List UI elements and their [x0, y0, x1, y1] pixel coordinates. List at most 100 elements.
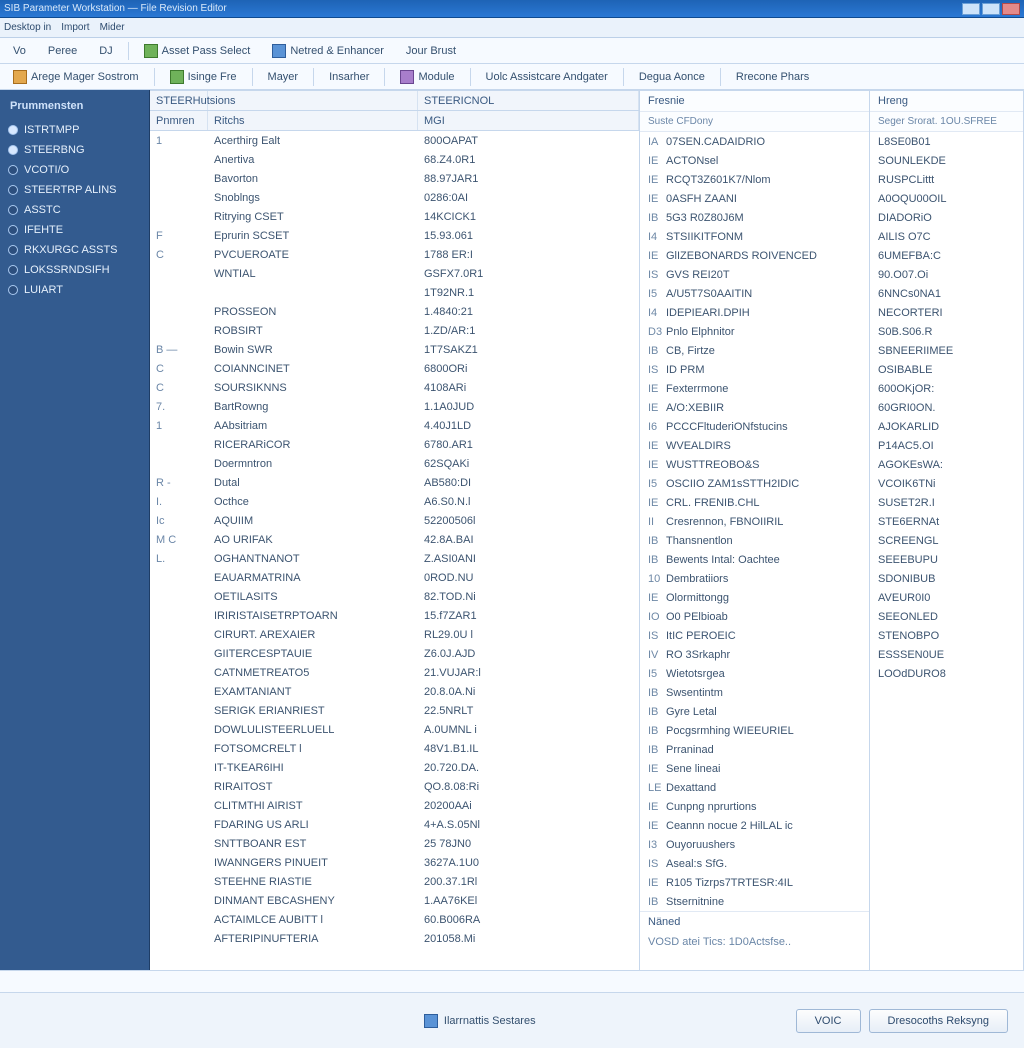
table-row[interactable]: SERIGK ERIANRIEST22.5NRLT: [150, 701, 639, 720]
detail-row[interactable]: IBPocgsrmhing WIEEURIEL: [640, 721, 869, 740]
sidebar-item[interactable]: LUIART: [0, 280, 149, 300]
aux-row[interactable]: SCREENGL: [870, 531, 1023, 550]
col-head-name[interactable]: [208, 91, 418, 110]
detail-row[interactable]: IEGlIZEBONARDS ROIVENCED: [640, 246, 869, 265]
table-row[interactable]: ROBSIRT1.ZD/AR:1: [150, 321, 639, 340]
table-row[interactable]: RICERARiCOR6780.AR1: [150, 435, 639, 454]
cancel-button[interactable]: Dresocoths Reksyng: [869, 1009, 1009, 1033]
detail-row[interactable]: IBGyre Letal: [640, 702, 869, 721]
aux-row[interactable]: A0OQU00OIL: [870, 189, 1023, 208]
table-row[interactable]: 1AAbsitriam4.40J1LD: [150, 416, 639, 435]
table-row[interactable]: FEprurin SCSET15.93.061: [150, 226, 639, 245]
menu-item[interactable]: Mider: [100, 22, 125, 33]
tool-mayer[interactable]: Mayer: [261, 68, 306, 86]
detail-row[interactable]: IEACTONsel: [640, 151, 869, 170]
table-row[interactable]: FDARING US ARLI4+A.S.05Nl: [150, 815, 639, 834]
detail-row[interactable]: IERCQT3Z601K7/Nlom: [640, 170, 869, 189]
aux-row[interactable]: L8SE0B01: [870, 132, 1023, 151]
detail-row[interactable]: 10Dembratiiors: [640, 569, 869, 588]
aux-row[interactable]: ESSSEN0UE: [870, 645, 1023, 664]
table-row[interactable]: STEEHNE RIASTIE200.37.1Rl: [150, 872, 639, 891]
detail-row[interactable]: D3Pnlo Elphnitor: [640, 322, 869, 341]
detail-row[interactable]: IECeannn nocue 2 HilLAL ic: [640, 816, 869, 835]
table-row[interactable]: AFTERIPINUFTERIA201058.Mi: [150, 929, 639, 948]
detail-row[interactable]: LEDexattand: [640, 778, 869, 797]
ok-button[interactable]: VOIC: [796, 1009, 861, 1033]
detail-row[interactable]: IVRO 3Srkaphr: [640, 645, 869, 664]
detail-row[interactable]: ISGVS REI20T: [640, 265, 869, 284]
detail-row[interactable]: ISAseal:s SfG.: [640, 854, 869, 873]
sidebar-item[interactable]: LOKSSRNDSIFH: [0, 260, 149, 280]
tool-b[interactable]: Peree: [41, 42, 84, 60]
aux-row[interactable]: SBNEERIIMEE: [870, 341, 1023, 360]
aux-row[interactable]: STE6ERNAt: [870, 512, 1023, 531]
aux-row[interactable]: 6NNCs0NA1: [870, 284, 1023, 303]
sidebar-item[interactable]: STEERTRP ALINS: [0, 180, 149, 200]
tool-module[interactable]: Module: [393, 67, 461, 87]
aux-row[interactable]: NECORTERI: [870, 303, 1023, 322]
table-row[interactable]: R -DutalAB580:DI: [150, 473, 639, 492]
detail-row[interactable]: IECRL. FRENIB.CHL: [640, 493, 869, 512]
tool-jour[interactable]: Jour Brust: [399, 42, 463, 60]
tool-c[interactable]: DJ: [92, 42, 119, 60]
aux-row[interactable]: S0B.S06.R: [870, 322, 1023, 341]
detail-row[interactable]: ISItIC PEROEIC: [640, 626, 869, 645]
table-row[interactable]: ACTAIMLCE AUBITT l60.B006RA: [150, 910, 639, 929]
menu-item[interactable]: Desktop in: [4, 22, 51, 33]
table-row[interactable]: CCOIANNCINET6800ORi: [150, 359, 639, 378]
detail-row[interactable]: IBSwsentintm: [640, 683, 869, 702]
aux-row[interactable]: DIADORiO: [870, 208, 1023, 227]
table-row[interactable]: OETILASITS82.TOD.Ni: [150, 587, 639, 606]
table-row[interactable]: M CAO URIFAK42.8A.BAI: [150, 530, 639, 549]
tool-assist[interactable]: Uolc Assistcare Andgater: [479, 68, 615, 86]
table-row[interactable]: CATNMETREATO521.VUJAR:l: [150, 663, 639, 682]
table-row[interactable]: SNTTBOANR EST25 78JN0: [150, 834, 639, 853]
table-row[interactable]: DOWLULISTEERLUELLA.0UMNL i: [150, 720, 639, 739]
aux-row[interactable]: AVEUR0I0: [870, 588, 1023, 607]
detail-row[interactable]: IICresrennon, FBNOIIRIL: [640, 512, 869, 531]
aux-row[interactable]: SDONIBUB: [870, 569, 1023, 588]
detail-row[interactable]: IBStsernitnine: [640, 892, 869, 911]
detail-row[interactable]: ISID PRM: [640, 360, 869, 379]
aux-row[interactable]: 90.O07.Oi: [870, 265, 1023, 284]
detail-row[interactable]: IBCB, Firtze: [640, 341, 869, 360]
table-row[interactable]: 1T92NR.1: [150, 283, 639, 302]
menu-item[interactable]: Import: [61, 22, 89, 33]
tool-mager[interactable]: Arege Mager Sostrom: [6, 67, 146, 87]
table-row[interactable]: GIITERCESPTAUIEZ6.0J.AJD: [150, 644, 639, 663]
table-row[interactable]: Bavorton88.97JAR1: [150, 169, 639, 188]
detail-row[interactable]: IEWVEALDIRS: [640, 436, 869, 455]
detail-row[interactable]: IBPrraninad: [640, 740, 869, 759]
tool-degua[interactable]: Degua Aonce: [632, 68, 712, 86]
tool-insarher[interactable]: Insarher: [322, 68, 376, 86]
detail-row[interactable]: IER105 Tizrps7TRTESR:4IL: [640, 873, 869, 892]
detail-row[interactable]: I3Ouyoruushers: [640, 835, 869, 854]
detail-row[interactable]: I4IDEPIEARI.DPIH: [640, 303, 869, 322]
table-row[interactable]: L.OGHANTNANOTZ.ASI0ANI: [150, 549, 639, 568]
detail-row[interactable]: IB5G3 R0Z80J6M: [640, 208, 869, 227]
table-row[interactable]: 1Acerthirg Ealt800OAPAT: [150, 131, 639, 150]
tool-recone[interactable]: Rrecone Phars: [729, 68, 816, 86]
table-row[interactable]: Anertiva68.Z4.0R1: [150, 150, 639, 169]
aux-row[interactable]: SUSET2R.I: [870, 493, 1023, 512]
detail-row[interactable]: IECunpng nprurtions: [640, 797, 869, 816]
detail-row[interactable]: I4STSIIKITFONM: [640, 227, 869, 246]
table-row[interactable]: EAUARMATRINA0ROD.NU: [150, 568, 639, 587]
table-row[interactable]: FOTSOMCRELT l48V1.B1.IL: [150, 739, 639, 758]
detail-row[interactable]: IE0ASFH ZAANI: [640, 189, 869, 208]
aux-row[interactable]: LOOdDURO8: [870, 664, 1023, 683]
table-row[interactable]: I.OcthceA6.S0.N.l: [150, 492, 639, 511]
aux-row[interactable]: RUSPCLittt: [870, 170, 1023, 189]
table-row[interactable]: CLITMTHI AIRIST20200AAi: [150, 796, 639, 815]
detail-row[interactable]: I5A/U5T7S0AAITIN: [640, 284, 869, 303]
aux-row[interactable]: OSIBABLE: [870, 360, 1023, 379]
detail-row[interactable]: IEFexterrmone: [640, 379, 869, 398]
aux-row[interactable]: STENOBPO: [870, 626, 1023, 645]
table-row[interactable]: RIRAITOSTQO.8.08:Ri: [150, 777, 639, 796]
detail-row[interactable]: IOO0 PElbioab: [640, 607, 869, 626]
detail-row[interactable]: I5Wietotsrgea: [640, 664, 869, 683]
table-row[interactable]: EXAMTANIANT20.8.0A.Ni: [150, 682, 639, 701]
aux-row[interactable]: 6UMEFBA:C: [870, 246, 1023, 265]
table-row[interactable]: CIRURT. AREXAIERRL29.0U l: [150, 625, 639, 644]
sidebar-item[interactable]: ASSTC: [0, 200, 149, 220]
